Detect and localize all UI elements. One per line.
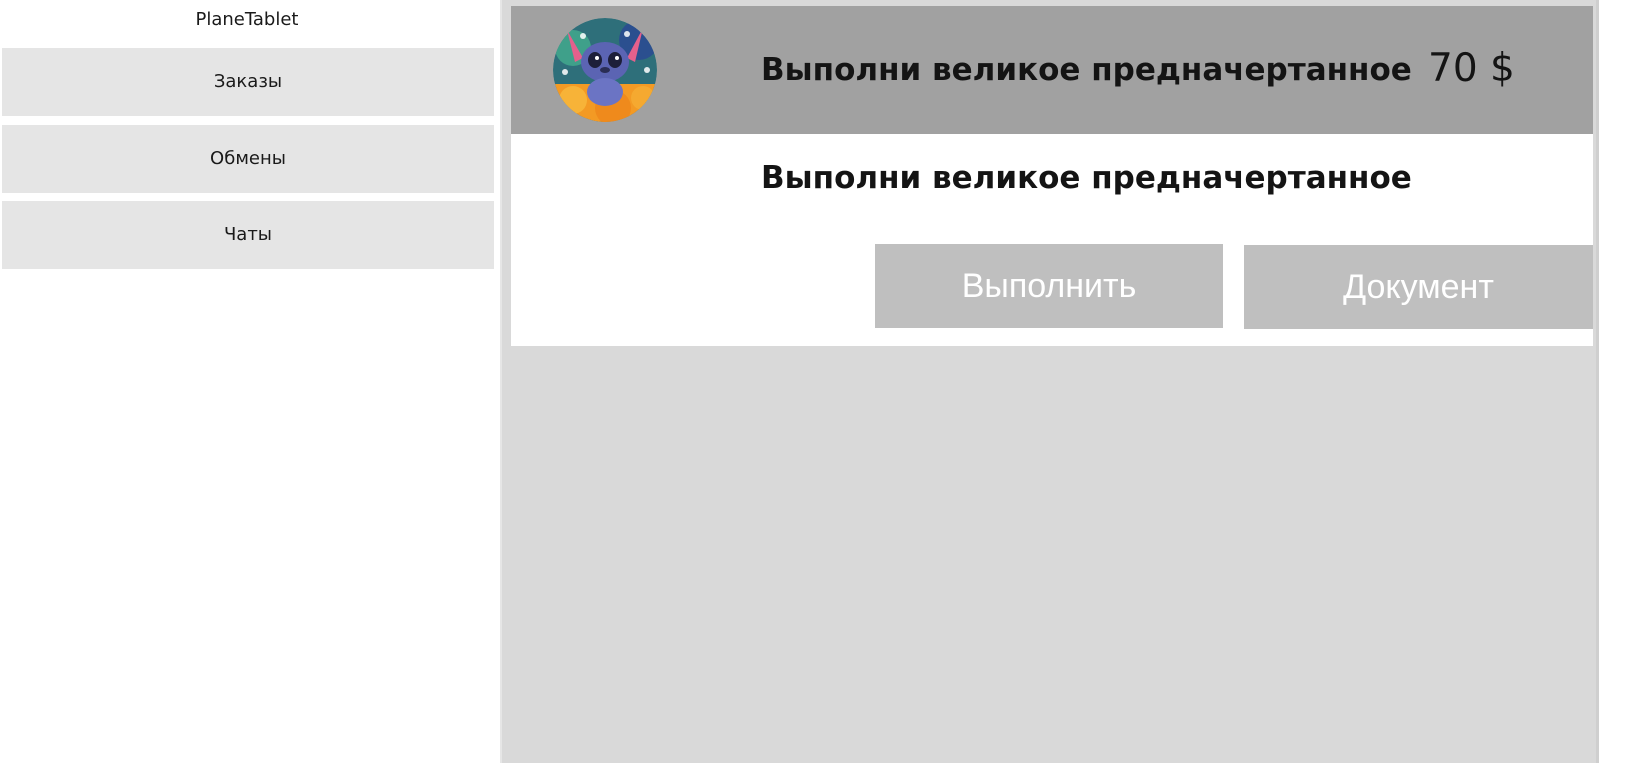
scrollbar-track[interactable] bbox=[1596, 0, 1599, 763]
order-card-body: Выполни великое предначертанное Выполнит… bbox=[511, 134, 1593, 346]
avatar bbox=[553, 18, 657, 122]
document-button[interactable]: Документ bbox=[1244, 245, 1593, 329]
app-window: PlaneTablet Заказы Обмены Чаты Выполни в… bbox=[0, 0, 1625, 763]
execute-button[interactable]: Выполнить bbox=[875, 244, 1223, 328]
order-title: Выполни великое предначертанное bbox=[761, 52, 1412, 88]
order-card-header[interactable]: Выполни великое предначертанное 70 $ bbox=[511, 6, 1593, 134]
order-price: 70 $ bbox=[1428, 46, 1515, 91]
cartoon-character-avatar-icon bbox=[553, 18, 657, 122]
sidebar-item-chats[interactable]: Чаты bbox=[2, 201, 494, 269]
sidebar: PlaneTablet Заказы Обмены Чаты bbox=[0, 0, 502, 763]
scrollbar[interactable] bbox=[1596, 0, 1625, 763]
app-title: PlaneTablet bbox=[195, 9, 299, 30]
sidebar-item-exchanges[interactable]: Обмены bbox=[2, 125, 494, 193]
main-panel: Выполни великое предначертанное 70 $ Вып… bbox=[502, 0, 1596, 763]
sidebar-item-orders[interactable]: Заказы bbox=[2, 48, 494, 116]
order-description: Выполни великое предначертанное bbox=[761, 160, 1412, 196]
